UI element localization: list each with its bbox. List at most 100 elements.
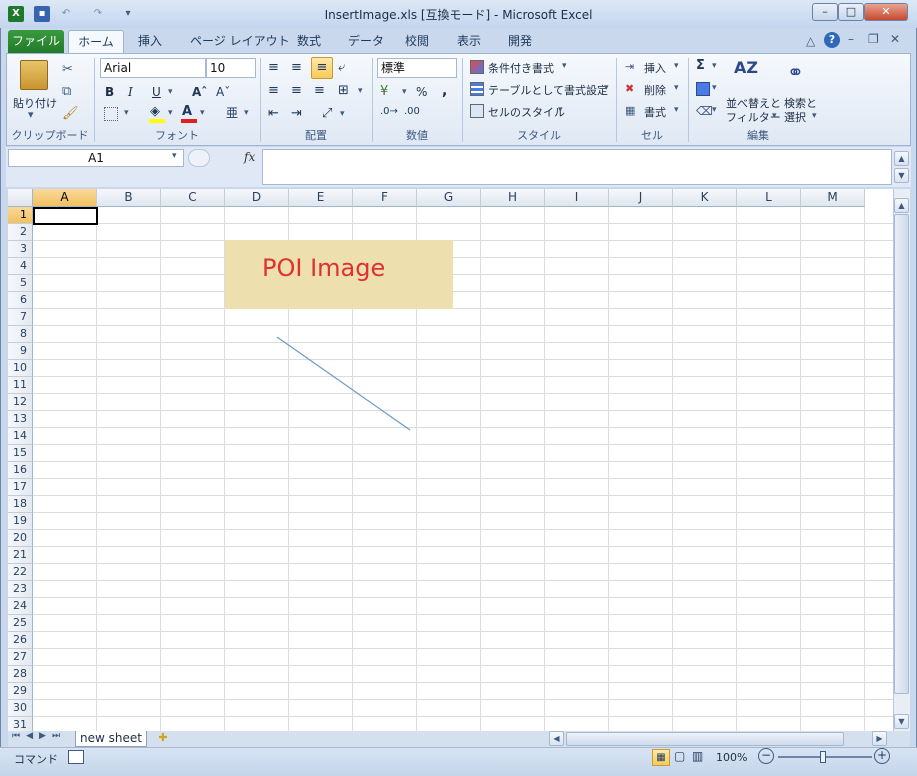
help-icon[interactable]: ? bbox=[824, 32, 840, 48]
orientation-dropdown-icon[interactable]: ▾ bbox=[340, 109, 345, 119]
find-select-icon[interactable]: ⚭ bbox=[787, 60, 804, 84]
scroll-down-button[interactable]: ▼ bbox=[894, 714, 909, 729]
name-box[interactable]: A1 bbox=[8, 149, 184, 167]
delete-cells-icon[interactable]: ✖ bbox=[625, 82, 634, 95]
zoom-slider-thumb[interactable] bbox=[820, 751, 826, 763]
sort-filter-icon[interactable]: AZ bbox=[734, 58, 758, 77]
fill-icon[interactable] bbox=[696, 82, 710, 96]
scroll-left-button[interactable]: ◀ bbox=[549, 731, 564, 746]
fill-dropdown-icon[interactable]: ▾ bbox=[712, 83, 717, 93]
align-middle-icon[interactable]: ≡ bbox=[291, 60, 302, 75]
scroll-up-button[interactable]: ▲ bbox=[894, 198, 909, 213]
align-top-icon[interactable]: ≡ bbox=[268, 60, 279, 75]
tab-data[interactable]: データ bbox=[338, 30, 394, 54]
sheet-tab-new-sheet[interactable]: new sheet bbox=[75, 731, 147, 747]
insert-sheet-icon[interactable]: ✚ bbox=[154, 731, 172, 746]
table-format-icon[interactable] bbox=[470, 82, 484, 96]
italic-button[interactable]: I bbox=[128, 85, 133, 99]
wb-restore-icon[interactable]: ❐ bbox=[868, 32, 879, 46]
insert-cells-button[interactable]: 挿入 bbox=[644, 60, 666, 76]
paste-icon[interactable] bbox=[20, 60, 48, 90]
cut-icon[interactable]: ✂ bbox=[62, 62, 73, 77]
font-color-dropdown-icon[interactable]: ▾ bbox=[200, 108, 205, 118]
font-size-combo[interactable]: 10 bbox=[206, 58, 256, 78]
conditional-format-dropdown-icon[interactable]: ▾ bbox=[562, 61, 567, 71]
format-as-table-dropdown-icon[interactable]: ▾ bbox=[604, 83, 609, 93]
border-icon[interactable] bbox=[104, 107, 118, 121]
fill-color-dropdown-icon[interactable]: ▾ bbox=[168, 108, 173, 118]
cell-styles-button[interactable]: セルのスタイル bbox=[488, 104, 565, 120]
insert-cells-dropdown-icon[interactable]: ▾ bbox=[674, 61, 679, 71]
fill-color-icon[interactable]: ◈ bbox=[150, 104, 160, 119]
sheet-nav-icons[interactable]: ⏮◀▶⏭ bbox=[12, 731, 66, 741]
increase-indent-icon[interactable]: ⇥ bbox=[291, 106, 302, 121]
maximize-button[interactable]: □ bbox=[838, 3, 864, 21]
align-left-icon[interactable]: ≡ bbox=[268, 83, 279, 98]
increase-decimal-icon[interactable]: .0→ bbox=[380, 106, 398, 117]
currency-dropdown-icon[interactable]: ▾ bbox=[402, 87, 407, 97]
macro-record-icon[interactable] bbox=[68, 750, 84, 764]
zoom-in-button[interactable]: + bbox=[874, 748, 890, 764]
delete-cells-button[interactable]: 削除 bbox=[644, 82, 666, 98]
line-shape[interactable] bbox=[8, 189, 893, 731]
merge-dropdown-icon[interactable]: ▾ bbox=[358, 86, 363, 96]
autosum-dropdown-icon[interactable]: ▾ bbox=[712, 61, 717, 71]
tab-insert[interactable]: 挿入 bbox=[128, 30, 172, 54]
tab-page-layout[interactable]: ページ レイアウト bbox=[180, 30, 300, 54]
decrease-indent-icon[interactable]: ⇤ bbox=[268, 106, 279, 121]
clear-icon[interactable]: ⌫ bbox=[696, 104, 713, 118]
underline-button[interactable]: U bbox=[152, 85, 161, 99]
font-name-combo[interactable]: Arial bbox=[100, 58, 206, 78]
format-cells-icon[interactable]: ▦ bbox=[625, 104, 635, 117]
underline-dropdown-icon[interactable]: ▾ bbox=[168, 87, 173, 97]
find-select-dropdown-icon[interactable]: ▾ bbox=[812, 111, 817, 121]
minimize-button[interactable]: – bbox=[812, 3, 838, 21]
grow-font-icon[interactable]: Aˆ bbox=[192, 85, 207, 99]
insert-cells-icon[interactable]: ⇥ bbox=[625, 60, 634, 73]
close-button[interactable]: ✕ bbox=[864, 3, 908, 21]
format-cells-dropdown-icon[interactable]: ▾ bbox=[674, 105, 679, 115]
orientation-icon[interactable]: ⤢ bbox=[322, 106, 332, 121]
ribbon-collapse-icon[interactable]: △ bbox=[806, 34, 815, 48]
sort-filter-dropdown-icon[interactable]: ▾ bbox=[772, 111, 777, 121]
merge-center-icon[interactable]: ⊞ bbox=[338, 83, 349, 98]
paste-dropdown-icon[interactable]: ▾ bbox=[28, 108, 34, 121]
formula-bar-expand-icon[interactable]: ▲ bbox=[894, 151, 909, 166]
number-format-combo[interactable]: 標準 bbox=[377, 58, 457, 78]
conditional-format-button[interactable]: 条件付き書式 bbox=[488, 60, 554, 76]
tab-developer[interactable]: 開発 bbox=[498, 30, 542, 54]
normal-view-icon[interactable]: ▦ bbox=[652, 749, 670, 766]
wb-close-icon[interactable]: ✕ bbox=[890, 32, 900, 46]
phonetic-icon[interactable]: 亜 bbox=[226, 104, 238, 121]
format-painter-icon[interactable]: 🖌 bbox=[62, 106, 79, 121]
cell-styles-dropdown-icon[interactable]: ▾ bbox=[558, 105, 563, 115]
scroll-right-button[interactable]: ▶ bbox=[872, 731, 887, 746]
worksheet-grid[interactable]: ABCDEFGHIJKLM 1 2 3 4 5 6 7 8 9 10 11 12 13 14 15 16 17 1… bbox=[8, 189, 893, 731]
percent-button[interactable]: % bbox=[416, 85, 427, 99]
format-cells-button[interactable]: 書式 bbox=[644, 104, 666, 120]
decrease-decimal-icon[interactable]: .00 bbox=[404, 106, 420, 117]
tab-home[interactable]: ホーム bbox=[68, 30, 124, 54]
autosum-icon[interactable]: Σ bbox=[696, 58, 705, 73]
horizontal-scroll-thumb[interactable] bbox=[566, 732, 844, 746]
phonetic-dropdown-icon[interactable]: ▾ bbox=[244, 108, 249, 118]
wb-minimize-icon[interactable]: – bbox=[848, 32, 854, 46]
cell-style-icon[interactable] bbox=[470, 104, 484, 118]
shrink-font-icon[interactable]: Aˇ bbox=[216, 85, 230, 99]
copy-icon[interactable]: ⧉ bbox=[62, 84, 71, 99]
zoom-level[interactable]: 100% bbox=[716, 751, 747, 764]
tab-review[interactable]: 校閲 bbox=[395, 30, 439, 54]
formula-bar-collapse-icon[interactable]: ▼ bbox=[894, 168, 909, 183]
tab-view[interactable]: 表示 bbox=[447, 30, 491, 54]
tab-file[interactable]: ファイル bbox=[8, 30, 64, 54]
currency-icon[interactable]: ¥ bbox=[380, 84, 388, 99]
vertical-scroll-thumb[interactable] bbox=[894, 214, 909, 694]
conditional-format-icon[interactable] bbox=[470, 60, 484, 74]
align-center-icon[interactable]: ≡ bbox=[291, 83, 302, 98]
wrap-text-icon[interactable]: ⤶ bbox=[338, 60, 345, 75]
tab-formulas[interactable]: 数式 bbox=[287, 30, 331, 54]
format-as-table-button[interactable]: テーブルとして書式設定 bbox=[488, 82, 608, 98]
find-select-label-2[interactable]: 選択 bbox=[784, 109, 806, 125]
page-layout-view-icon[interactable]: ▢ bbox=[674, 749, 685, 763]
font-color-icon[interactable]: A bbox=[182, 104, 192, 119]
